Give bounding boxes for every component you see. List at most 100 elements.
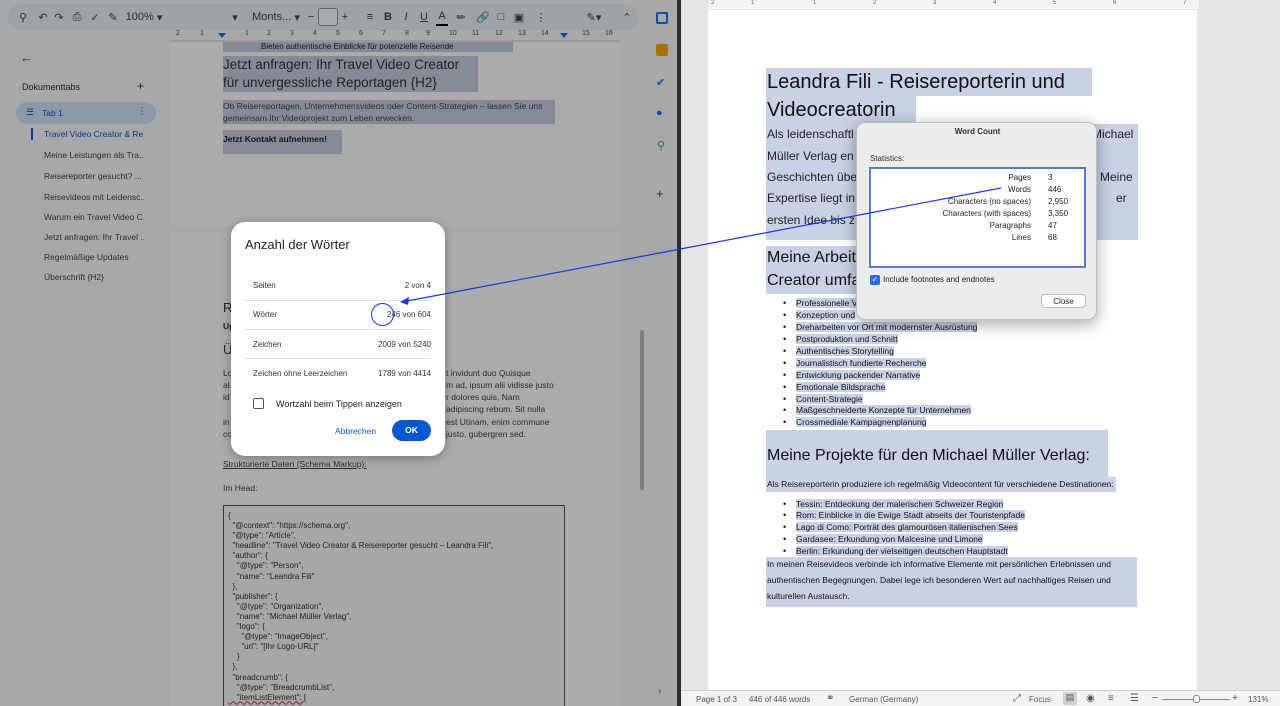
print-layout-icon[interactable]: ▤	[1063, 692, 1077, 705]
stat-value: 68	[1048, 233, 1057, 242]
page-indicator[interactable]: Page 1 of 3	[696, 695, 737, 704]
stat-label: Zeichen	[253, 340, 282, 349]
doc-title-line1[interactable]: Leandra Fili - Reisereporterin und	[766, 68, 1092, 96]
ruler-label: 7	[1183, 0, 1187, 6]
stat-label: Paragraphs	[989, 221, 1031, 230]
statistics-box: Pages 3 Words 446 Characters (no spaces) 2,…	[869, 167, 1086, 268]
stat-row-characters: Zeichen 2009 von 5240	[253, 340, 431, 349]
stat-label: Wörter	[253, 310, 277, 319]
list-item: Berlin: Erkundung der vielseitigen deuts…	[783, 546, 1008, 556]
word-count-dialog-word: Word Count Statistics: Pages 3 Words 446 C…	[856, 122, 1097, 320]
ruler-label: 1	[813, 0, 817, 6]
outro-line: authentischen Begegnungen. Dabei lege ic…	[767, 575, 1111, 585]
list-item: Tessin: Entdeckung der malerischen Schwe…	[783, 499, 1004, 509]
google-docs-window: ⚲ ↶ ↷ ⎙ ✓ ✎ 100% ▾ ▾ Monts... ▾ − + ≡ B …	[0, 0, 677, 706]
stat-row-characters-no-spaces: Zeichen ohne Leerzeichen 1789 von 4414	[253, 369, 431, 378]
ruler-label: 2	[711, 0, 715, 6]
stat-value: 2 von 4	[404, 281, 431, 290]
outline-view-icon[interactable]: ≡	[1108, 693, 1114, 704]
list-item: Lago di Como: Porträt des glamourösen it…	[783, 522, 1018, 532]
word-page: Leandra Fili - Reisereporterin und Als l…	[708, 10, 1197, 690]
ruler-label: 3	[933, 0, 937, 6]
divider	[245, 329, 431, 330]
show-count-checkbox[interactable]	[253, 398, 264, 409]
stat-value: 446	[1048, 185, 1062, 194]
outro-line: kulturellen Austausch.	[767, 591, 850, 601]
intro-line: ersten Idee bis z	[767, 213, 856, 227]
dialog-title: Anzahl der Wörter	[245, 237, 350, 252]
intro-line-end: Michael	[1092, 127, 1134, 141]
stat-label: Seiten	[253, 281, 276, 290]
list-item: Gardasee: Erkundung von Malcesine und Li…	[783, 534, 983, 544]
stat-value: 3,350	[1048, 209, 1069, 218]
list-item: Dreharbeiten vor Ort mit modernster Ausr…	[783, 322, 978, 332]
stat-value: 2009 von 5240	[378, 340, 431, 349]
proofing-icon[interactable]: ⚭	[826, 693, 834, 704]
list-item: Maßgeschneiderte Konzepte für Unternehme…	[783, 405, 971, 415]
stat-row-words: Wörter 246 von 604	[253, 310, 431, 319]
word-window: 2 1 1 2 3 4 5 6 7 Leandra Fili - Reisere…	[681, 0, 1280, 706]
stat-row-pages: Seiten 2 von 4	[253, 281, 431, 290]
list-item: Postproduktion und Schnitt	[783, 334, 898, 344]
stat-label: Characters (with spaces)	[942, 209, 1031, 218]
zoom-level[interactable]: 131%	[1248, 695, 1268, 704]
intro-line: Geschichten übe	[767, 170, 858, 184]
projects-intro: Als Reisereporterin produziere ich regel…	[766, 477, 1116, 492]
list-item: Authentisches Storytelling	[783, 346, 894, 356]
zoom-out-icon[interactable]: −	[1152, 693, 1158, 704]
word-count-dialog-docs: Anzahl der Wörter Seiten 2 von 4 Wörter 24…	[231, 222, 445, 456]
list-item: Emotionale Bildsprache	[783, 382, 886, 392]
ruler-label: 4	[993, 0, 997, 6]
ruler-label: 5	[1053, 0, 1057, 6]
intro-line-end: er	[1116, 191, 1127, 205]
footnotes-label: Include footnotes and endnotes	[883, 275, 995, 284]
dialog-title: Word Count	[954, 127, 1001, 136]
list-item: Crossmediale Kampagnenplanung	[783, 417, 927, 427]
ruler-label: 6	[1113, 0, 1117, 6]
intro-line: Expertise liegt in	[767, 191, 856, 205]
focus-label[interactable]: Focus	[1029, 695, 1051, 704]
outro-line: In meinen Reisevideos verbinde ich infor…	[767, 559, 1111, 569]
intro-line: Als leidenschaftl	[767, 127, 854, 141]
stat-label: Zeichen ohne Leerzeichen	[253, 369, 348, 378]
footnotes-checkbox[interactable]: ✓	[870, 275, 880, 285]
stat-label: Pages	[1008, 173, 1031, 182]
stat-value: 2,950	[1048, 197, 1069, 206]
cancel-button[interactable]: Abbrechen	[335, 426, 376, 436]
list-item: Professionelle V	[783, 298, 858, 308]
word-count-indicator[interactable]: 446 of 446 words	[749, 695, 810, 704]
divider	[245, 300, 431, 301]
draft-view-icon[interactable]: ☰	[1130, 693, 1139, 704]
list-item: Content-Strategie	[783, 394, 863, 404]
word-status-bar: Page 1 of 3 446 of 446 words ⚭ German (G…	[681, 690, 1280, 706]
stat-label: Characters (no spaces)	[947, 197, 1031, 206]
focus-icon[interactable]: ⤢	[1013, 693, 1021, 704]
divider	[245, 358, 431, 359]
statistics-label: Statistics:	[870, 154, 905, 163]
doc-title: Leandra Fili - Reisereporterin und	[767, 71, 1065, 93]
heading-h2: Creator umfa	[767, 272, 861, 289]
heading-h2: Meine Arbeit	[767, 249, 856, 266]
show-count-label: Wortzahl beim Tippen anzeigen	[276, 399, 402, 409]
ok-button[interactable]: OK	[392, 420, 431, 441]
web-layout-icon[interactable]: ◉	[1086, 693, 1095, 704]
doc-title-line2[interactable]: Videocreatorin	[766, 96, 916, 124]
annotation-circle	[371, 303, 394, 326]
ruler-label: 1	[751, 0, 755, 6]
ruler-label: 2	[873, 0, 877, 6]
zoom-in-icon[interactable]: +	[1232, 693, 1238, 704]
language-indicator[interactable]: German (Germany)	[849, 695, 918, 704]
stat-label: Lines	[1011, 233, 1031, 242]
word-ruler[interactable]: 2 1 1 2 3 4 5 6 7	[709, 0, 1199, 9]
stat-value: 3	[1048, 173, 1053, 182]
list-item: Rom: Einblicke in die Ewige Stadt abseit…	[783, 510, 1025, 520]
intro-line: Müller Verlag en	[767, 149, 854, 163]
list-item: Journalistisch fundierte Recherche	[783, 358, 927, 368]
heading-h2: Meine Projekte für den Michael Müller Ve…	[767, 447, 1090, 464]
stat-label: Words	[1008, 185, 1031, 194]
stat-value: 47	[1048, 221, 1057, 230]
close-button[interactable]: Close	[1041, 294, 1086, 308]
intro-line-end: Meine	[1100, 170, 1133, 184]
zoom-slider-handle[interactable]	[1193, 695, 1200, 703]
stat-value: 1789 von 4414	[378, 369, 431, 378]
